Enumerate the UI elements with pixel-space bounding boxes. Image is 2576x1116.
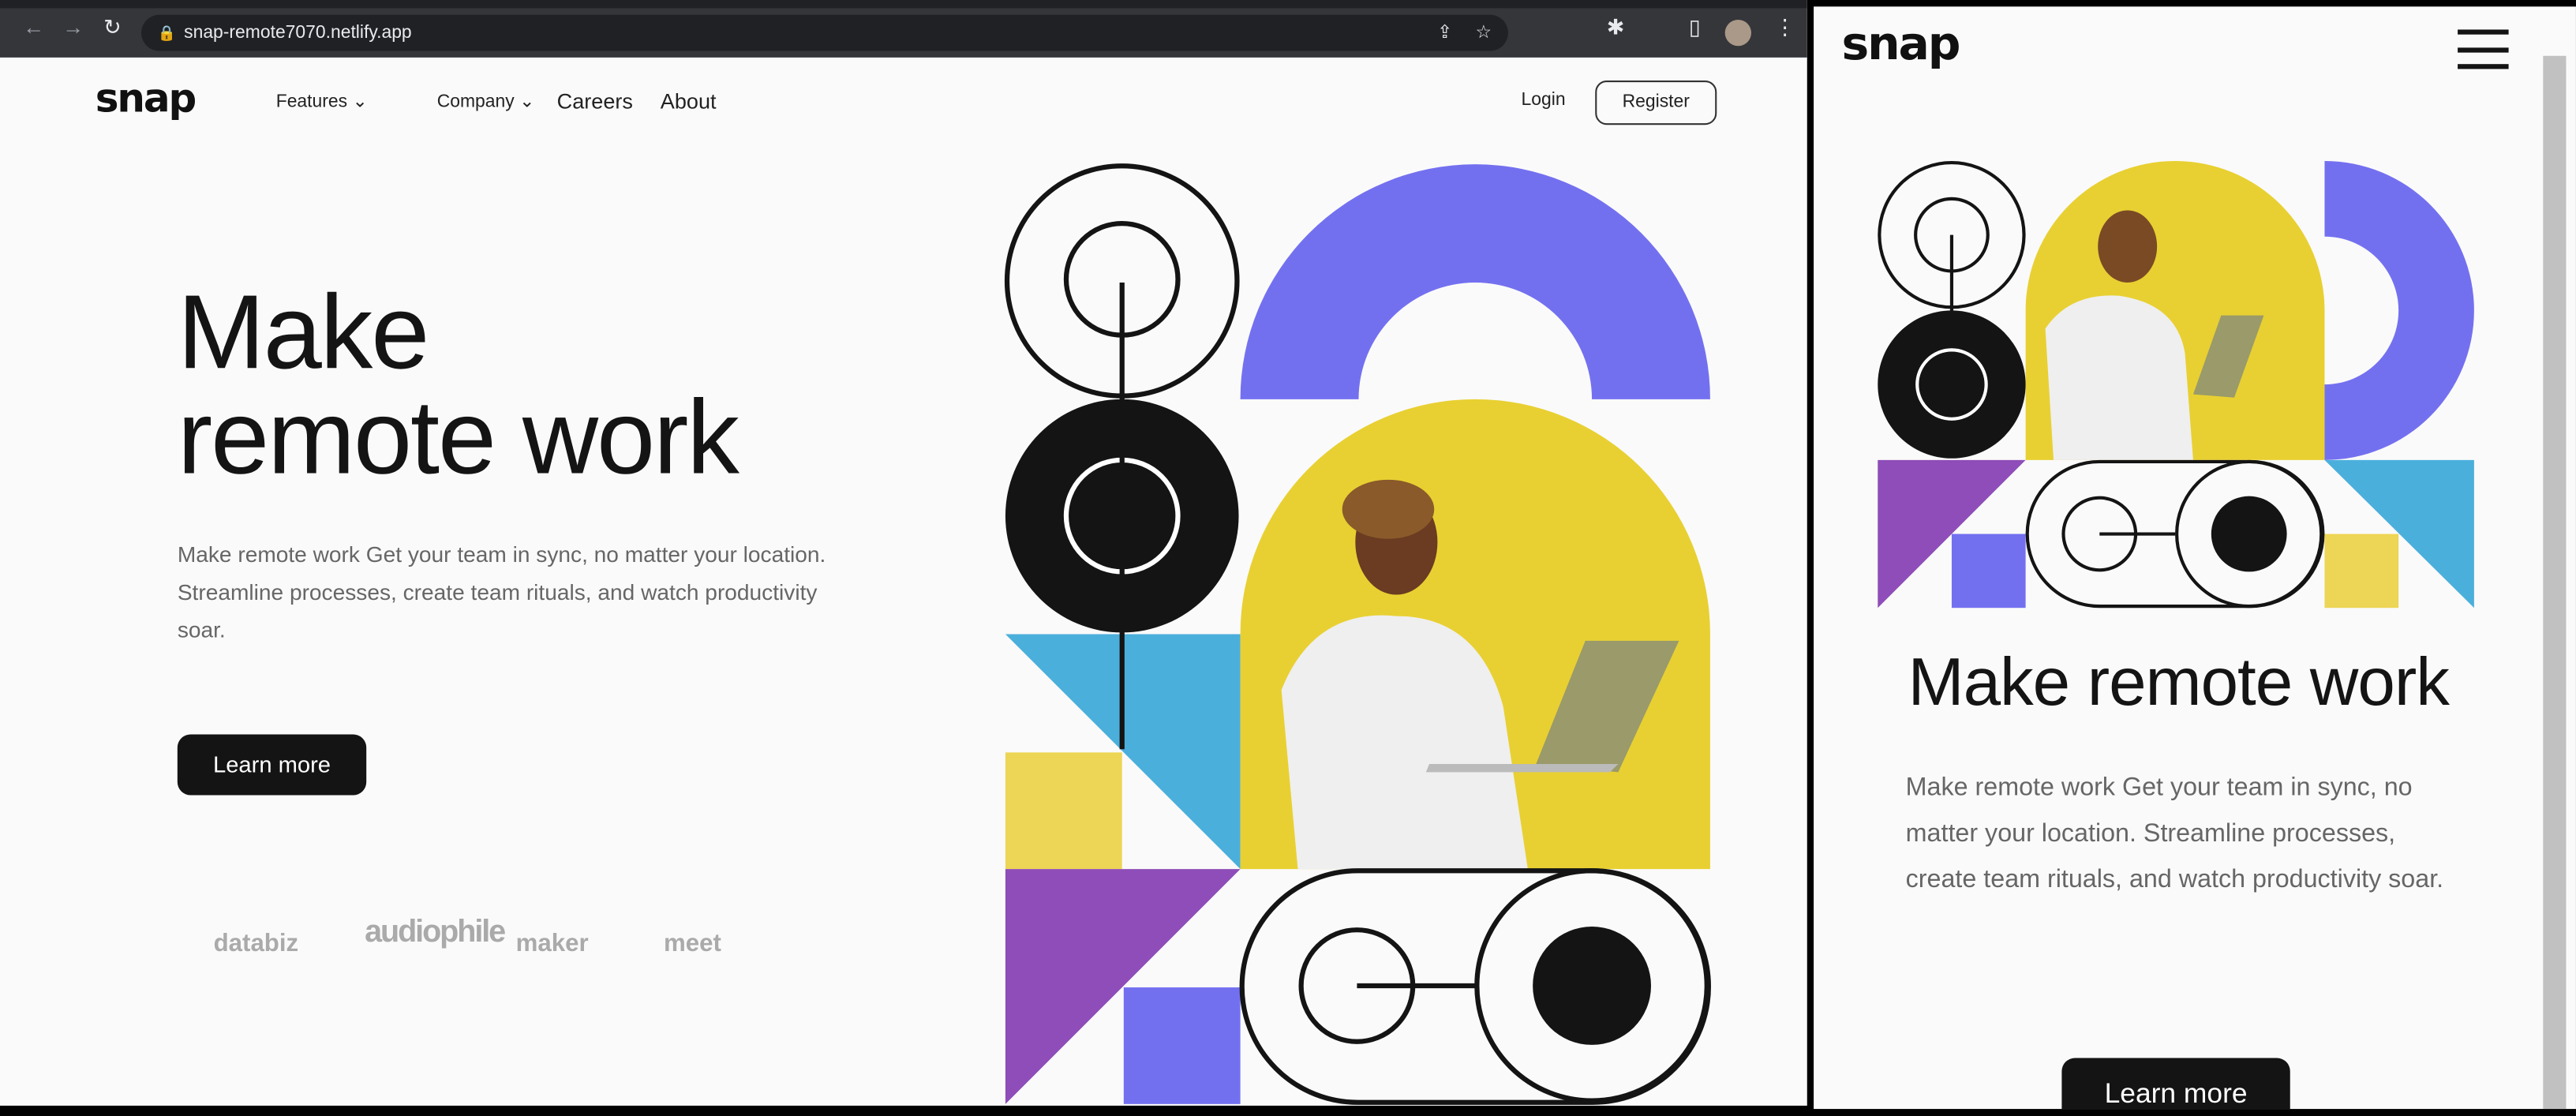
mobile-yellow-square [2324, 534, 2399, 609]
mobile-hero-description: Make remote work Get your team in sync, … [1905, 773, 2444, 894]
mobile-hero-title: Make remote work [1908, 643, 2450, 720]
yellow-square [1005, 752, 1122, 870]
purple-square [1123, 987, 1241, 1104]
desktop-window: ← → ↻ 🔒 snap-remote7070.netlify.app ⇪ ☆ ✱… [0, 0, 1807, 1106]
mobile-learn-more-button[interactable]: Learn more [2061, 1058, 2290, 1110]
mobile-black-circle [1878, 310, 2026, 459]
mobile-illustration [1878, 160, 2474, 609]
black-dot [1533, 927, 1652, 1045]
mobile-purple-half-ring [2324, 160, 2474, 460]
mobile-purple-square [1951, 534, 2026, 609]
hero-illustration [1004, 163, 1711, 1105]
mobile-window: snap Make remote work Make remote work G… [1814, 6, 2576, 1110]
purple-arch [1240, 164, 1710, 399]
